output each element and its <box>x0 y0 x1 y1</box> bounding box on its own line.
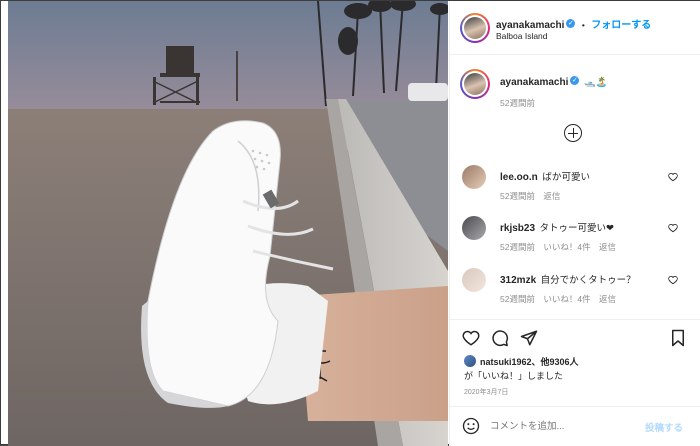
like-icon[interactable] <box>462 329 480 347</box>
comment-time: 52週間前 <box>500 191 535 201</box>
post-photo[interactable] <box>8 1 448 446</box>
comment-text: 自分でかくタトゥー？ <box>540 275 636 286</box>
avatar[interactable] <box>462 268 486 292</box>
avatar[interactable] <box>464 355 476 367</box>
like-heart-icon[interactable] <box>668 275 678 285</box>
comment-like-count[interactable]: いいね！4件 <box>543 294 590 304</box>
avatar[interactable] <box>460 13 490 43</box>
comment-input[interactable] <box>490 418 640 434</box>
caption-time: 52週間前 <box>500 98 535 108</box>
avatar[interactable] <box>462 216 486 240</box>
post-modal: ayanakamachi ✓ • フォローする Balboa Island aya… <box>0 0 700 446</box>
location-link[interactable]: Balboa Island <box>496 31 548 41</box>
comment-like-count[interactable]: いいね！4件 <box>543 242 590 252</box>
reply-button[interactable]: 返信 <box>599 294 616 304</box>
comment-username[interactable]: rkjsb23 <box>500 223 535 234</box>
verified-badge-icon: ✓ <box>566 19 576 29</box>
photo-illustration <box>8 1 448 446</box>
caption-username[interactable]: ayanakamachi <box>500 77 568 88</box>
likes-line-suffix: が「いいね！」しました <box>464 371 564 381</box>
post-date: 2020年3月7日 <box>464 389 509 396</box>
action-bar <box>450 319 700 351</box>
comment-text: タトゥー可愛い❤ <box>539 223 614 234</box>
comment-time: 52週間前 <box>500 294 535 304</box>
comment-text: ばか可愛い <box>542 172 590 183</box>
likes-line[interactable]: natsuki1962、他9306人 <box>480 355 579 368</box>
separator-dot: • <box>581 20 585 30</box>
post-sidebar: ayanakamachi ✓ • フォローする Balboa Island aya… <box>449 1 700 446</box>
comment-username[interactable]: lee.oo.n <box>500 172 538 183</box>
caption-avatar[interactable] <box>460 69 490 99</box>
header-username[interactable]: ayanakamachi <box>496 20 564 31</box>
post-header: ayanakamachi ✓ • フォローする Balboa Island <box>450 1 700 55</box>
avatar[interactable] <box>462 165 486 189</box>
emoji-icon[interactable] <box>462 417 480 435</box>
follow-button[interactable]: フォローする <box>591 20 651 31</box>
reply-button[interactable]: 返信 <box>599 242 616 252</box>
post-comment-button[interactable]: 投稿する <box>645 420 683 434</box>
comment-time: 52週間前 <box>500 242 535 252</box>
comment-input-area: 投稿する <box>450 406 700 446</box>
like-heart-icon[interactable] <box>668 223 678 233</box>
share-icon[interactable] <box>520 329 538 347</box>
reply-button[interactable]: 返信 <box>543 191 560 201</box>
bookmark-icon[interactable] <box>670 329 686 347</box>
load-more-comments-icon[interactable] <box>564 124 582 142</box>
comment-icon[interactable] <box>491 329 509 347</box>
verified-badge-icon: ✓ <box>570 76 580 86</box>
caption-text: 🛥️🏝️ <box>583 77 608 88</box>
like-heart-icon[interactable] <box>668 172 678 182</box>
comment-username[interactable]: 312mzk <box>500 275 536 286</box>
